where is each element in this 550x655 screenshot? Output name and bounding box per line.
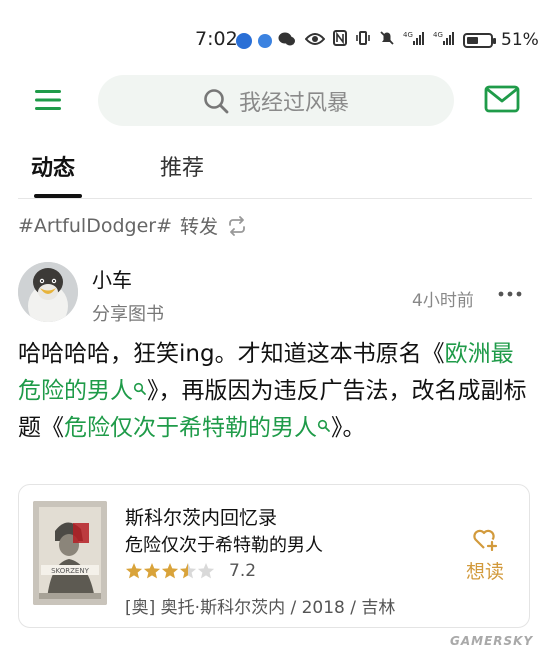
watermark: GAMERSKY <box>450 634 534 648</box>
repost-topic-link[interactable]: #ArtfulDodger# <box>18 215 172 237</box>
eye-icon <box>304 31 326 50</box>
author-name[interactable]: 小车 <box>92 264 132 293</box>
post-text: 哈哈哈哈，狂笑ing。才知道这本书原名《欧洲最危险的男人 》，再版因为违反广告法，… <box>18 336 532 447</box>
star-icon <box>161 563 179 579</box>
star-icon <box>143 563 161 579</box>
menu-button[interactable] <box>34 86 62 114</box>
mail-icon <box>484 85 520 113</box>
book-cover-image: SKORZENY <box>33 501 107 605</box>
status-system-icons: 4G 4G 51% <box>304 30 539 50</box>
repost-label: 转发 <box>180 216 219 238</box>
open-quote-2: 《 <box>41 415 64 441</box>
vibrate-icon <box>355 30 371 50</box>
star-icon <box>197 563 215 579</box>
star-icon <box>125 563 143 579</box>
penguin-avatar-icon <box>18 262 78 322</box>
heart-plus-icon <box>473 529 498 552</box>
network-label-2: 4G <box>433 31 443 39</box>
messages-button[interactable] <box>484 84 520 114</box>
feed-tabs: 动态 推荐 <box>0 150 550 202</box>
book-card[interactable]: SKORZENY 斯科尔茨内回忆录 危险仅次于希特勒的男人 7.2 [奥] 奥托… <box>18 484 530 628</box>
search-small-icon[interactable] <box>317 419 331 435</box>
search-icon <box>204 88 229 113</box>
avatar[interactable] <box>18 262 78 322</box>
repost-icon <box>229 215 245 236</box>
star-rating <box>125 563 215 579</box>
battery-percent: 51% <box>501 30 539 50</box>
book-link-subtitle[interactable]: 危险仅次于希特勒的男人 <box>64 415 317 441</box>
more-button[interactable] <box>496 284 524 304</box>
status-time: 7:02 <box>195 28 238 50</box>
search-input[interactable]: 我经过风暴 <box>98 75 454 126</box>
battery-level <box>467 36 479 44</box>
want-to-read-button[interactable]: 想读 <box>455 527 515 587</box>
author-action: 分享图书 <box>92 304 164 325</box>
post-header: 小车 分享图书 4小时前 <box>18 262 532 326</box>
battery-icon <box>463 32 496 48</box>
status-notification-icons <box>236 31 296 51</box>
app-notification-icon <box>236 33 252 49</box>
browser-notification-icon <box>258 34 272 48</box>
post-text-part-1: 哈哈哈哈，狂笑ing。才知道这本书原名 <box>18 341 422 367</box>
status-bar: 7:02 4G 4G 51% <box>0 0 550 60</box>
tab-following[interactable]: 动态 <box>31 150 75 182</box>
want-to-read-label: 想读 <box>465 561 504 583</box>
menu-icon <box>35 90 61 110</box>
divider <box>18 198 532 199</box>
mute-bell-icon <box>379 30 395 50</box>
more-dots-icon <box>498 291 522 297</box>
signal-icon-1: 4G <box>403 30 425 50</box>
book-cover: SKORZENY <box>33 501 107 605</box>
book-meta: [奥] 奥托·斯科尔茨内 / 2018 / 吉林 <box>125 598 396 618</box>
rating: 7.2 <box>125 561 256 581</box>
book-cover-text: SKORZENY <box>51 567 89 575</box>
book-title: 斯科尔茨内回忆录 <box>125 507 278 529</box>
open-quote-1: 《 <box>421 341 445 367</box>
tab-recommended[interactable]: 推荐 <box>160 150 204 182</box>
post-time: 4小时前 <box>412 291 474 311</box>
post-text-part-3: 》。 <box>331 415 366 441</box>
top-bar: 我经过风暴 <box>0 72 550 130</box>
signal-icon-2: 4G <box>433 30 455 50</box>
network-label-1: 4G <box>403 31 413 39</box>
nfc-icon <box>333 30 347 50</box>
repost-line: #ArtfulDodger# 转发 <box>18 212 248 239</box>
book-subtitle: 危险仅次于希特勒的男人 <box>125 535 323 556</box>
star-icon <box>179 563 197 579</box>
search-small-icon[interactable] <box>133 382 147 398</box>
wechat-icon <box>278 31 296 51</box>
rating-value: 7.2 <box>229 561 257 581</box>
search-placeholder: 我经过风暴 <box>238 90 349 116</box>
